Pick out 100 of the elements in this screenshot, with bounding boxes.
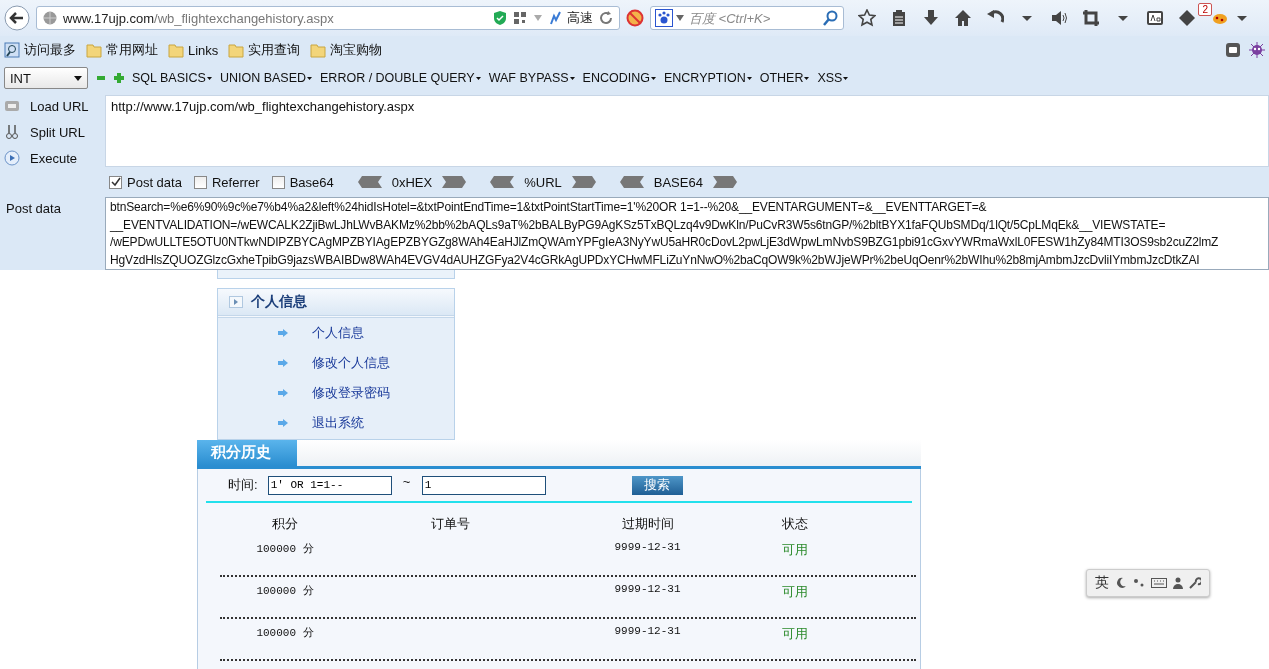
start-time-field[interactable]: 1' OR 1=1-- [267,475,392,495]
checkbox-label[interactable]: Referrer [211,174,260,190]
status-text: 可用 [782,625,808,643]
bookmark-item[interactable]: 淘宝购物 [310,41,383,59]
menu-item[interactable]: ENCRYPTION [663,71,746,85]
table-cell-text: 100000 分 [256,626,314,640]
checkbox[interactable] [271,175,285,189]
column-header: 过期时间 [621,515,674,533]
shield-icon [493,10,507,26]
end-time-field[interactable]: 1 [421,475,546,495]
url-text: www.17ujp.com/wb_flightexchangehistory.aspx [63,10,335,26]
back-button[interactable] [4,5,30,31]
dots-icon [1133,577,1145,589]
caret-icon [307,76,312,80]
clipboard-icon[interactable] [890,9,908,27]
qr-code-icon[interactable] [513,11,527,25]
folder-icon [86,42,102,58]
menu-item[interactable]: ERROR / DOUBLE QUERY [320,71,475,85]
virus-icon[interactable] [1249,42,1265,58]
bookmark-item[interactable]: 访问最多 [4,41,76,59]
table-cell-text: 100000 分 [256,584,314,598]
blocked-icon[interactable] [626,9,644,27]
menu-item[interactable]: XSS [817,71,843,85]
column-header: 订单号 [430,515,470,533]
download-icon[interactable] [922,9,940,27]
arrow-icon [278,389,288,397]
arrow-icon [278,329,288,337]
input-method-bar[interactable]: 英 [1086,569,1210,597]
action-link[interactable]: Load URL [30,98,89,114]
right-arrow-button[interactable] [712,176,737,188]
caret-icon [74,75,82,81]
url-input-field[interactable]: http://www.17ujp.com/wb_flightexchangehistory.aspx [105,95,1269,167]
caret-icon [475,76,481,80]
search-button[interactable]: 搜索 [631,475,683,495]
bookmark-item[interactable]: 实用查询 [228,41,301,59]
sidebar-title: 个人信息 [251,293,307,311]
range-separator: ~ [401,473,412,489]
caret-icon [650,76,656,80]
arrow-icon [278,359,288,367]
address-bar[interactable]: www.17ujp.com/wb_flightexchangehistory.aspx 高速 [36,6,620,30]
split-icon [4,124,20,140]
star-icon[interactable] [858,9,876,27]
diamond-icon[interactable] [1178,9,1196,27]
checkbox[interactable] [193,175,207,189]
sidebar-link[interactable]: 个人信息 [312,324,364,342]
menu-item[interactable]: OTHER [759,71,804,85]
sidebar-link[interactable]: 修改个人信息 [312,354,390,372]
person-icon [1173,577,1183,589]
bookmark-item[interactable]: 常用网址 [86,41,158,59]
lightning-icon [549,11,561,25]
magnifier-icon [4,42,20,58]
encoder-label: %URL [524,174,562,190]
caret-icon [746,76,752,80]
bookmark-item[interactable]: Links [168,41,219,59]
wrench-icon [1189,577,1201,589]
table-cell: 9999-12-31 [614,625,681,637]
checkbox[interactable] [109,175,122,189]
post-data-field[interactable]: btnSearch=%e6%90%9c%e7%b4%a2&left%24hidIsHotel=&txtPointEndTime=1&txtPointStartTime=1'%20OR 1=1--%20&__EVENTARGUMENT=&__EVENTTARGET=& __EVENTVALIDATION=/wEWCALK2ZjiBwLJhLWvBAKMz%2bb%2bAQLs9aT%2bBALByPG9AgKSz5TxBQLzq4v9DwKln/PuCvR3W5s6tnGP/%2bltBYX1faFQUbSMDq/1lQt/5CpLMqEk&__VIEWSTATE= /wEPDwULLTE5OTU0NTkwNDIPZBYCAgMPZBYIAgEPZBYGZg8WAh4EaHJlZmQWAmYPFgIeA3NyYwU5aHR0cDovL2pwLjE3dWpwLmNvbS9BZG1pbi91cGxvYWRmaWxlL0FESW1hZy84MTI3OS9sb2cuZ2lmZ HgVzdHlsZQUOZGlzcGxheTpibG9jazsWBAIBDw8WAh4EVGV4dAUHZGFya2V4cGRkAgUPDxYCHwMFLiZuYnNwO%2baCqOW9k%2bWJjeWPr%2beUqOenr%2bWIhu%2b8mjAmbmJzcDvliIYmbmJzcDtkZAI [105,197,1269,270]
checkbox-label[interactable]: Post data [127,174,182,190]
menu-item[interactable]: SQL BASICS [132,71,206,85]
right-arrow-button[interactable] [442,176,467,188]
reader-icon[interactable] [1146,9,1164,27]
notification-count: 2 [1198,3,1212,16]
folder-icon [228,42,245,58]
right-arrow-button[interactable] [571,176,596,188]
type-dropdown[interactable]: INT [4,67,88,89]
search-icon[interactable] [823,10,839,26]
reload-icon[interactable] [599,11,613,25]
table-cell: 9999-12-31 [614,541,681,553]
sidebar-link[interactable]: 退出系统 [312,414,364,432]
menu-item[interactable]: ENCODING [582,71,650,85]
speed-mode-label[interactable]: 高速 [567,9,593,27]
keyboard-icon [1151,577,1167,589]
action-link[interactable]: Split URL [30,124,85,140]
paw-icon[interactable] [655,9,673,27]
checkbox-label[interactable]: Base64 [289,174,334,190]
crop-icon[interactable] [1082,9,1100,27]
action-link[interactable]: Execute [30,150,77,166]
encoder-label: BASE64 [653,174,703,190]
dropdown-icon[interactable] [676,15,684,21]
search-bar[interactable]: 百度 <Ctrl+K> [650,6,844,30]
execute-icon [4,150,20,166]
home-icon[interactable] [954,9,972,27]
left-arrow-button[interactable] [357,176,382,188]
menu-item[interactable]: UNION BASED [219,71,306,85]
caret-icon [843,76,849,80]
sidebar-link[interactable]: 修改登录密码 [312,384,390,402]
status-text: 可用 [782,541,808,559]
speaker-icon[interactable] [1050,9,1068,27]
expand-icon [229,296,243,308]
post-data-label: Post data [5,200,62,218]
folder-icon [168,42,184,58]
table-cell: 9999-12-31 [614,583,681,595]
moon-icon [1115,577,1127,589]
menu-item[interactable]: WAF BYPASS [488,71,569,85]
left-arrow-button[interactable] [490,176,515,188]
arrow-icon [278,419,288,427]
time-label: 时间: [228,476,258,494]
folder-icon [310,42,327,58]
left-arrow-button[interactable] [619,176,644,188]
